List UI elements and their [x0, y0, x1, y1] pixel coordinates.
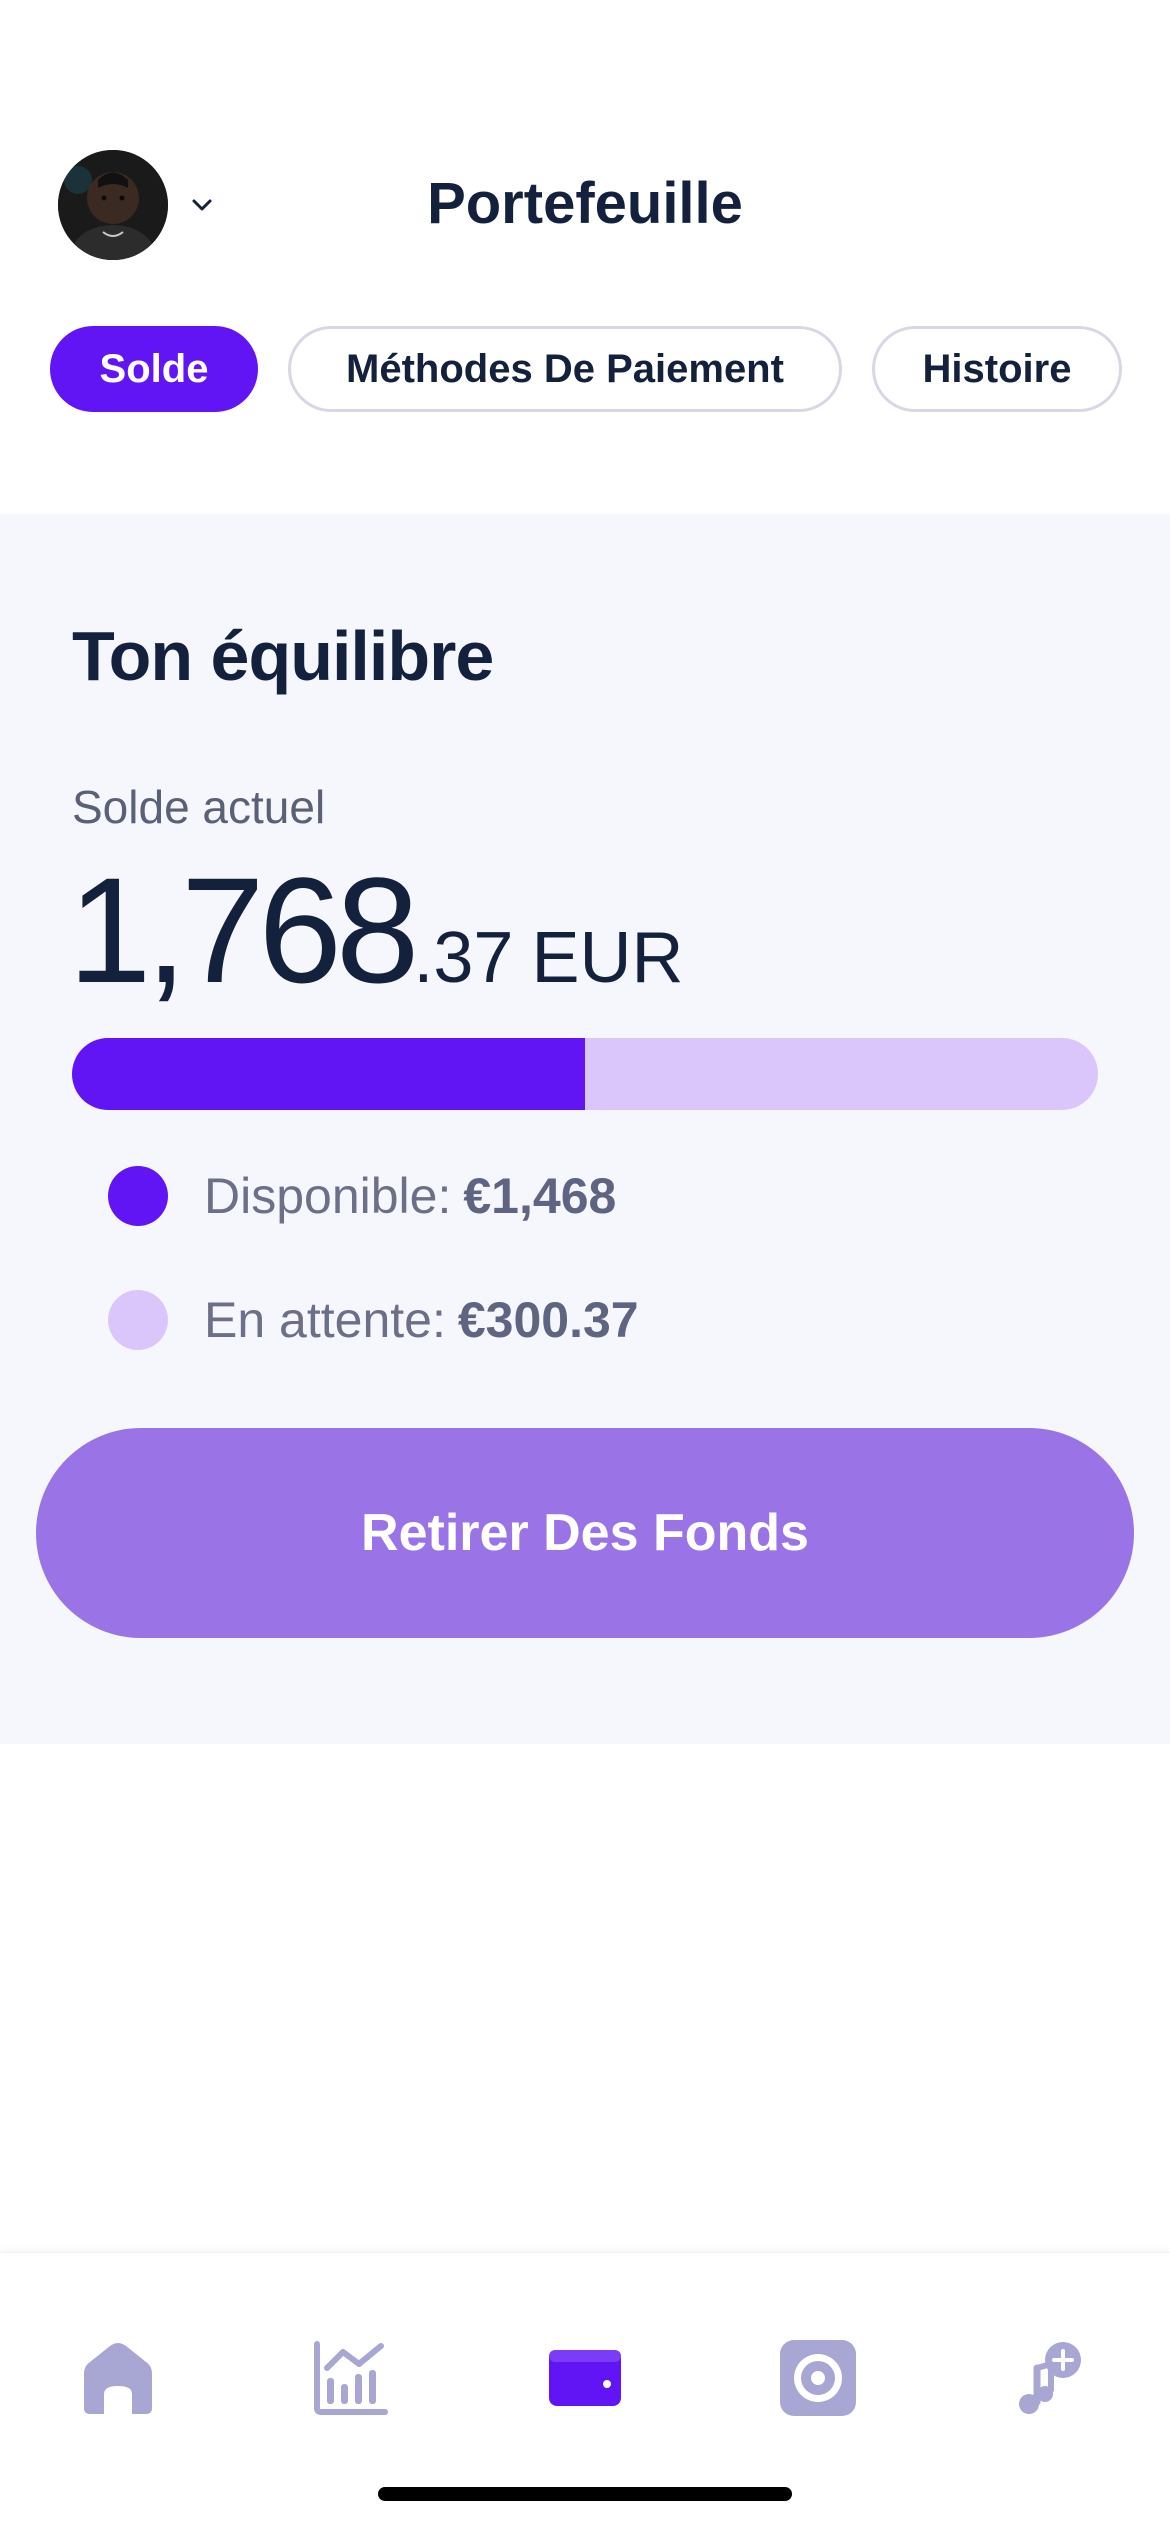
home-icon: [84, 2343, 152, 2414]
tab-solde[interactable]: Solde: [50, 326, 258, 412]
pending-label: En attente:: [204, 1292, 446, 1348]
wallet-screen: Portefeuille Solde Méthodes De Paiement …: [0, 0, 1170, 2532]
available-label: Disponible:: [204, 1168, 452, 1224]
current-balance-label: Solde actuel: [72, 781, 326, 833]
amount-currency: EUR: [531, 918, 684, 998]
balance-card: Ton équilibre Solde actuel 1,768.37 EUR D…: [0, 514, 1170, 1744]
available-dot-icon: [108, 1166, 168, 1226]
tab-payment-methods[interactable]: Méthodes De Paiement: [288, 326, 842, 412]
vinyl-icon: [780, 2340, 856, 2416]
music-add-icon: [1019, 2342, 1081, 2414]
page-title: Portefeuille: [427, 171, 743, 236]
nav-add-music[interactable]: [1006, 2333, 1096, 2423]
wallet-icon: [549, 2350, 621, 2406]
pending-legend: En attente: €300.37: [108, 1290, 639, 1350]
pending-dot-icon: [108, 1290, 168, 1350]
header: Portefeuille: [0, 150, 1170, 265]
home-indicator: [378, 2487, 792, 2501]
tab-history[interactable]: Histoire: [872, 326, 1122, 412]
amount-cents: .37: [413, 918, 514, 998]
tab-bar: Solde Méthodes De Paiement Histoire: [50, 326, 1122, 412]
pending-value: €300.37: [457, 1292, 639, 1348]
available-value: €1,468: [463, 1168, 617, 1224]
balance-progress-bar: [72, 1038, 1098, 1110]
balance-heading: Ton équilibre: [72, 617, 494, 695]
nav-home[interactable]: [73, 2333, 163, 2423]
nav-stats[interactable]: [306, 2333, 396, 2423]
chart-icon: [314, 2341, 388, 2415]
available-legend: Disponible: €1,468: [108, 1166, 616, 1226]
amount-main: 1,768: [68, 846, 419, 1014]
nav-wallet[interactable]: [540, 2333, 630, 2423]
available-portion: [72, 1038, 585, 1110]
balance-amount: 1,768.37 EUR: [68, 844, 683, 1017]
nav-music[interactable]: [773, 2333, 863, 2423]
withdraw-funds-button[interactable]: Retirer Des Fonds: [36, 1428, 1134, 1638]
